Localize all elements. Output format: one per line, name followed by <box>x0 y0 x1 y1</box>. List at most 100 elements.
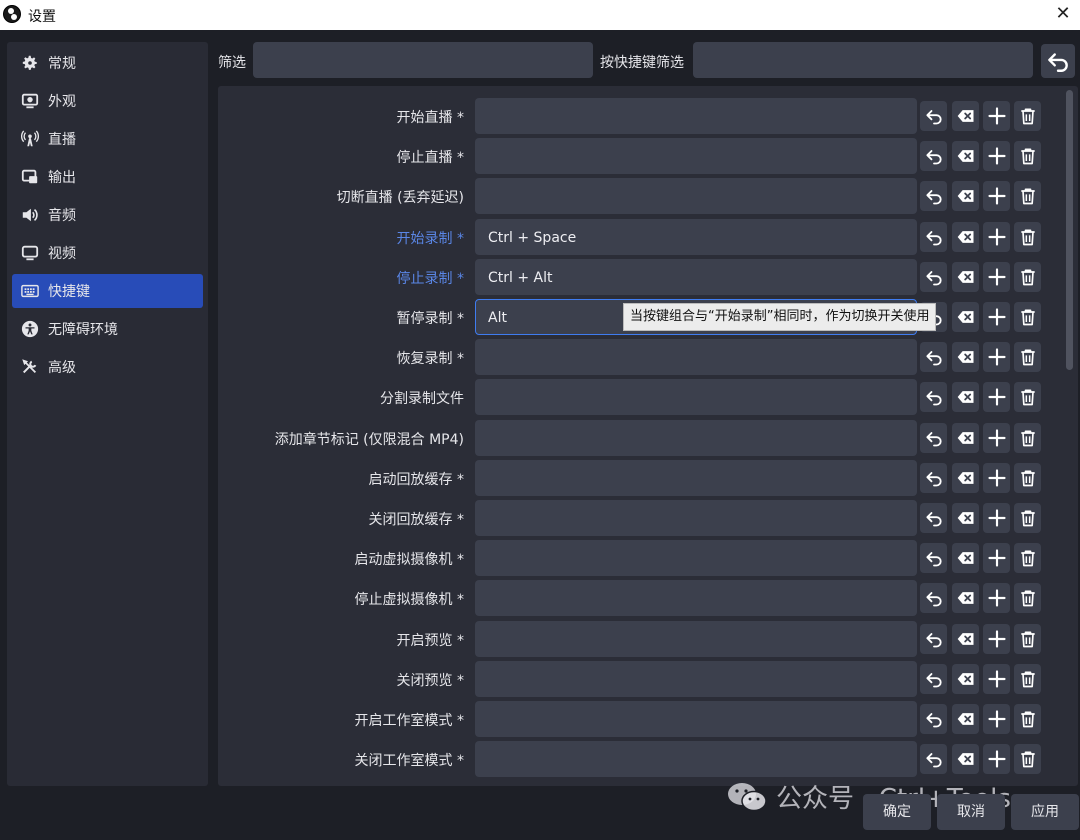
revert-button[interactable] <box>920 261 947 292</box>
revert-button[interactable] <box>920 663 947 694</box>
add-button[interactable] <box>983 382 1010 413</box>
clear-button[interactable] <box>952 744 979 775</box>
add-button[interactable] <box>983 221 1010 252</box>
delete-button[interactable] <box>1014 503 1041 533</box>
clear-button[interactable] <box>952 503 979 533</box>
hotkey-input[interactable] <box>475 701 917 737</box>
add-button[interactable] <box>983 422 1010 453</box>
add-button[interactable] <box>983 342 1010 373</box>
hotkey-input[interactable] <box>475 741 917 778</box>
hotkey-filter-input[interactable] <box>693 42 1033 78</box>
revert-button[interactable] <box>920 382 947 413</box>
hotkey-input[interactable] <box>475 500 917 536</box>
clear-button[interactable] <box>952 663 979 694</box>
delete-button[interactable] <box>1014 543 1041 574</box>
add-button[interactable] <box>983 623 1010 654</box>
hotkey-input[interactable] <box>475 178 917 215</box>
close-icon[interactable]: ✕ <box>1052 3 1074 25</box>
add-button[interactable] <box>983 181 1010 212</box>
delete-button[interactable] <box>1014 462 1041 493</box>
delete-button[interactable] <box>1014 382 1041 413</box>
hotkey-input[interactable] <box>475 620 917 657</box>
cancel-button[interactable]: 取消 <box>937 794 1005 830</box>
sidebar-item-video[interactable]: 视频 <box>12 236 203 270</box>
revert-button[interactable] <box>920 462 947 493</box>
reset-filter-button[interactable] <box>1041 44 1075 78</box>
add-button[interactable] <box>983 503 1010 533</box>
clear-button[interactable] <box>952 101 979 131</box>
revert-button[interactable] <box>920 623 947 654</box>
revert-button[interactable] <box>920 342 947 373</box>
revert-button[interactable] <box>920 543 947 574</box>
hotkey-input[interactable] <box>475 459 917 496</box>
hotkey-input[interactable]: Ctrl + Space <box>475 218 917 255</box>
delete-button[interactable] <box>1014 261 1041 292</box>
revert-button[interactable] <box>920 704 947 734</box>
hotkey-input[interactable] <box>475 660 917 697</box>
add-button[interactable] <box>983 583 1010 614</box>
delete-button[interactable] <box>1014 342 1041 373</box>
add-button[interactable] <box>983 663 1010 694</box>
delete-button[interactable] <box>1014 704 1041 734</box>
delete-button[interactable] <box>1014 744 1041 775</box>
clear-button[interactable] <box>952 261 979 292</box>
revert-button[interactable] <box>920 141 947 172</box>
apply-button[interactable]: 应用 <box>1011 794 1079 830</box>
delete-button[interactable] <box>1014 583 1041 614</box>
hotkey-input[interactable] <box>475 540 917 577</box>
delete-button[interactable] <box>1014 302 1041 332</box>
add-button[interactable] <box>983 101 1010 131</box>
sidebar-item-accessibility[interactable]: 无障碍环境 <box>12 312 203 346</box>
sidebar-item-output[interactable]: 输出 <box>12 160 203 194</box>
revert-button[interactable] <box>920 221 947 252</box>
revert-button[interactable] <box>920 422 947 453</box>
add-button[interactable] <box>983 704 1010 734</box>
clear-button[interactable] <box>952 221 979 252</box>
sidebar-item-advanced[interactable]: 高级 <box>12 350 203 384</box>
ok-button[interactable]: 确定 <box>863 794 931 830</box>
add-button[interactable] <box>983 261 1010 292</box>
clear-button[interactable] <box>952 623 979 654</box>
add-button[interactable] <box>983 744 1010 775</box>
clear-button[interactable] <box>952 422 979 453</box>
clear-button[interactable] <box>952 543 979 574</box>
add-button[interactable] <box>983 302 1010 332</box>
sidebar-item-appearance[interactable]: 外观 <box>12 84 203 118</box>
clear-button[interactable] <box>952 141 979 172</box>
sidebar-item-audio[interactable]: 音频 <box>12 198 203 232</box>
revert-button[interactable] <box>920 744 947 775</box>
revert-button[interactable] <box>920 101 947 131</box>
delete-button[interactable] <box>1014 623 1041 654</box>
clear-button[interactable] <box>952 382 979 413</box>
delete-button[interactable] <box>1014 663 1041 694</box>
delete-button[interactable] <box>1014 181 1041 212</box>
hotkey-input[interactable]: Ctrl + Alt <box>475 258 917 295</box>
scrollbar-thumb[interactable] <box>1066 90 1073 370</box>
filter-input[interactable] <box>253 42 593 78</box>
hotkey-input[interactable] <box>475 379 917 416</box>
hotkey-input[interactable] <box>475 580 917 617</box>
add-button[interactable] <box>983 462 1010 493</box>
add-button[interactable] <box>983 543 1010 574</box>
delete-button[interactable] <box>1014 101 1041 131</box>
delete-button[interactable] <box>1014 141 1041 172</box>
revert-button[interactable] <box>920 181 947 212</box>
sidebar-item-hotkeys[interactable]: 快捷键 <box>12 274 203 308</box>
delete-button[interactable] <box>1014 221 1041 252</box>
revert-button[interactable] <box>920 503 947 533</box>
clear-button[interactable] <box>952 342 979 373</box>
delete-button[interactable] <box>1014 422 1041 453</box>
clear-button[interactable] <box>952 462 979 493</box>
hotkey-input[interactable] <box>475 419 917 456</box>
sidebar-item-stream[interactable]: 直播 <box>12 122 203 156</box>
hotkey-input[interactable] <box>475 138 917 175</box>
revert-button[interactable] <box>920 583 947 614</box>
add-button[interactable] <box>983 141 1010 172</box>
hotkey-input[interactable] <box>475 98 917 134</box>
hotkey-input[interactable] <box>475 339 917 376</box>
clear-button[interactable] <box>952 181 979 212</box>
clear-button[interactable] <box>952 583 979 614</box>
clear-button[interactable] <box>952 704 979 734</box>
clear-button[interactable] <box>952 302 979 332</box>
sidebar-item-general[interactable]: 常规 <box>12 46 203 80</box>
